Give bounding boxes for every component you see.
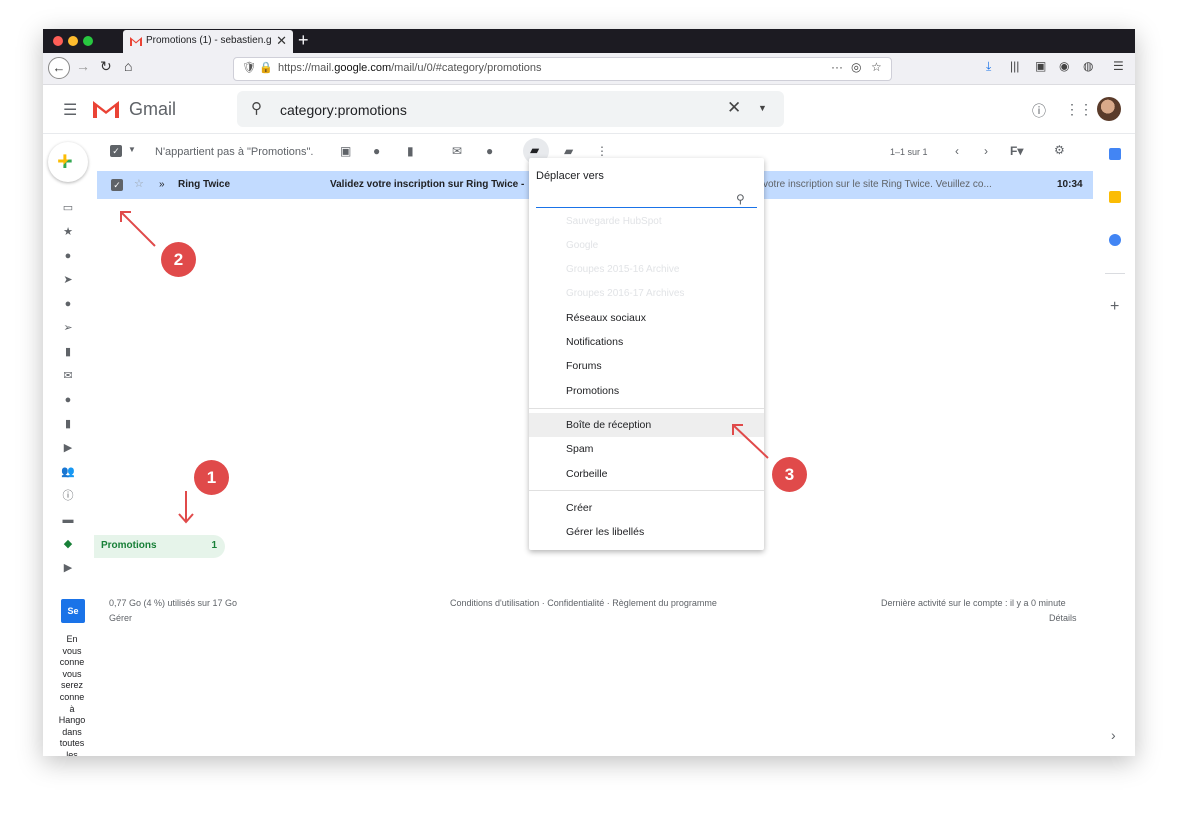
annotation-arrows — [120, 211, 769, 524]
annotation-badge-3: 3 — [772, 457, 807, 492]
annotation-badge-2: 2 — [161, 242, 196, 277]
arrow-1-icon — [178, 491, 194, 524]
arrow-3-icon — [732, 424, 769, 459]
annotation-badge-1: 1 — [194, 460, 229, 495]
arrow-2-icon — [120, 211, 156, 247]
